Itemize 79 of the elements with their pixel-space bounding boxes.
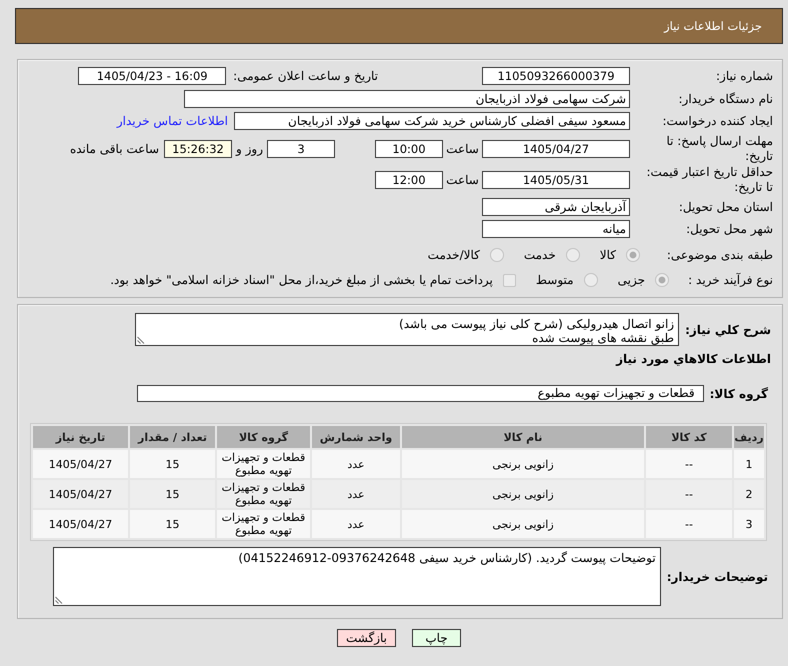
field-label: شرح کلي نياز: (685, 322, 771, 336)
page-title: جزئیات اطلاعات نیاز (664, 19, 762, 33)
city-field[interactable]: میانه (482, 220, 630, 238)
deadline-date-field[interactable]: 1405/04/27 (482, 140, 630, 158)
table-cell: قطعات و تجهیزات تهویه مطبوع (217, 450, 310, 478)
radio-button[interactable] (584, 273, 598, 287)
radio-button[interactable] (655, 273, 669, 287)
table-cell: 2 (734, 480, 764, 508)
table-cell: -- (646, 450, 732, 478)
table-cell: عدد (312, 480, 400, 508)
checkbox[interactable] (502, 274, 516, 286)
field-label: تاریخ و ساعت اعلان عمومی: (233, 69, 378, 83)
table-cell: 15 (130, 450, 215, 478)
table-cell: 1405/04/27 (33, 450, 128, 478)
column-header: تعداد / مقدار (130, 426, 215, 448)
radio-label: کالا/خدمت (428, 248, 480, 262)
field-label: مهلت ارسال پاسخ: تا تاریخ: (665, 134, 773, 164)
table-cell: زانویی برنجی (402, 480, 644, 508)
days-label: روز و (234, 142, 264, 156)
radio-label: خدمت (524, 248, 556, 262)
table-cell: 3 (734, 510, 764, 538)
table-cell: عدد (312, 450, 400, 478)
resize-grip-icon[interactable] (137, 336, 145, 344)
validity-time-field[interactable]: 12:00 (375, 171, 443, 189)
announce-date-field[interactable]: 1405/04/23 - 16:09 (78, 67, 226, 85)
need-number-field[interactable]: 1105093266000379 (482, 67, 630, 85)
section-title: اطلاعات کالاهاي مورد نياز (616, 351, 771, 367)
table-cell: 15 (130, 480, 215, 508)
field-label: گروه کالا: (710, 386, 768, 400)
table-cell: قطعات و تجهیزات تهویه مطبوع (217, 510, 310, 538)
radio-button[interactable] (566, 248, 580, 262)
table-cell: -- (646, 510, 732, 538)
radio-button[interactable] (490, 248, 504, 262)
requester-field[interactable]: مسعود سیفی افضلی کارشناس خرید شرکت سهامی فولاد اذربایجان (234, 112, 630, 130)
column-header: واحد شمارش (312, 426, 400, 448)
table-cell: زانویی برنجی (402, 510, 644, 538)
buyer-notes-field[interactable]: توضیحات پیوست گردید. (کارشناس خرید سیفی 09376242648-04152246912) (53, 547, 661, 606)
field-label: حداقل تاریخ اعتبار قیمت: تا تاریخ: (645, 165, 773, 195)
table-cell: 1405/04/27 (33, 480, 128, 508)
province-field[interactable]: آذربایجان شرقی (482, 198, 630, 216)
buyer-contact-link[interactable]: اطلاعات تماس خریدار (116, 114, 228, 128)
radio-label: جزیی (618, 273, 645, 287)
description-field[interactable]: زانو اتصال هیدرولیکی (شرح کلی نیاز پیوست می باشد) طبق نقشه های پیوست شده (135, 313, 680, 346)
goods-group-field[interactable]: قطعات و تجهیزات تهویه مطبوع (137, 385, 704, 402)
time-label: ساعت (445, 173, 480, 187)
table-cell: 1405/04/27 (33, 510, 128, 538)
column-header: ردیف (734, 426, 764, 448)
radio-label: متوسط (536, 273, 574, 287)
table-cell: 1 (734, 450, 764, 478)
column-header: گروه کالا (217, 426, 310, 448)
column-header: تاریخ نیاز (33, 426, 128, 448)
table-cell: 15 (130, 510, 215, 538)
field-label: نوع فرآیند خرید : (687, 272, 773, 288)
table-cell: قطعات و تجهیزات تهویه مطبوع (217, 480, 310, 508)
radio-button[interactable] (626, 248, 640, 262)
deadline-time-field[interactable]: 10:00 (375, 140, 443, 158)
time-label: ساعت (445, 142, 480, 156)
field-label: شماره نیاز: (715, 68, 773, 84)
table-cell: -- (646, 480, 732, 508)
field-label: طبقه بندی موضوعی: (666, 248, 773, 262)
table-cell: عدد (312, 510, 400, 538)
print-button[interactable]: چاپ (412, 629, 461, 647)
field-label: ایجاد کننده درخواست: (661, 114, 773, 128)
back-button[interactable]: بازگشت (337, 629, 396, 647)
field-label: توضیحات خریدار: (666, 570, 768, 584)
column-header: نام کالا (402, 426, 644, 448)
validity-date-field[interactable]: 1405/05/31 (482, 171, 630, 189)
table-cell: زانویی برنجی (402, 450, 644, 478)
radio-label: کالا (600, 248, 616, 262)
buyer-org-field[interactable]: شرکت سهامی فولاد اذربایجان (184, 90, 630, 108)
days-left-field[interactable]: 3 (267, 140, 335, 158)
field-label: استان محل تحویل: (678, 200, 773, 214)
time-left-field[interactable]: 15:26:32 (164, 140, 232, 158)
field-label: نام دستگاه خریدار: (678, 92, 773, 106)
column-header: کد کالا (646, 426, 732, 448)
resize-grip-icon[interactable] (55, 596, 63, 604)
checkbox-label: پرداخت تمام یا بخشی از مبلغ خرید،از محل "اسناد خزانه اسلامی" خواهد بود. (110, 273, 493, 287)
field-label: شهر محل تحویل: (685, 222, 773, 236)
time-left-label: ساعت باقی مانده (70, 142, 159, 156)
